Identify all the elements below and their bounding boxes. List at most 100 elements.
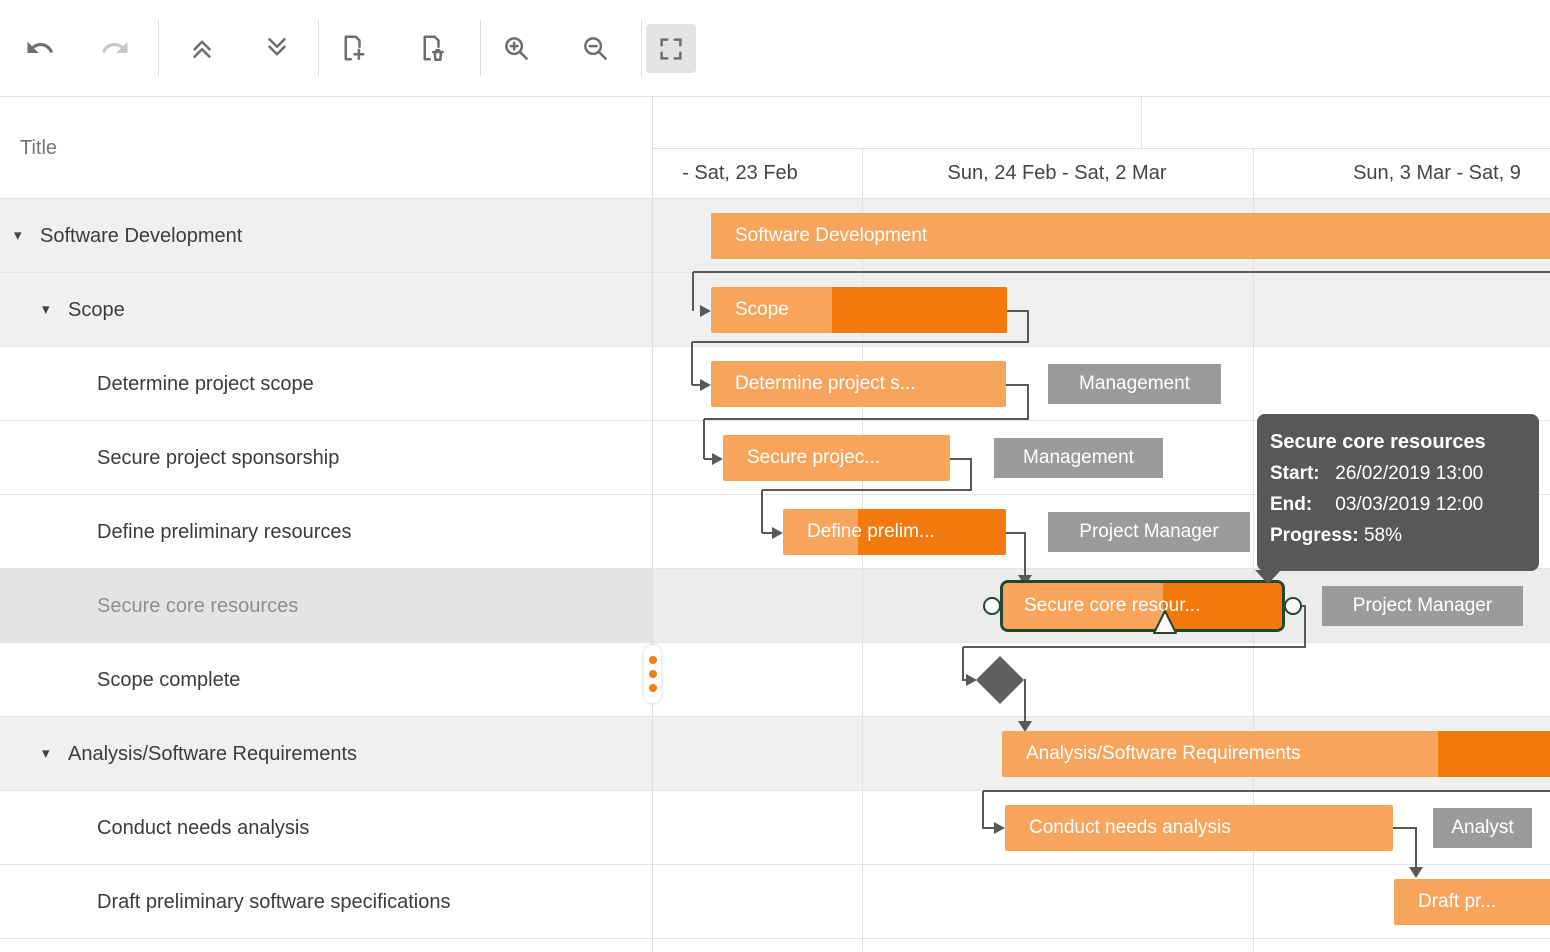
delete-task-button[interactable] [409, 26, 453, 70]
splitter-handle[interactable] [644, 645, 661, 703]
collapse-arrow-icon[interactable]: ▾ [42, 273, 50, 347]
dependency-handle-right[interactable] [1284, 597, 1302, 615]
dependency-line [762, 489, 972, 491]
progress-handle[interactable] [1150, 607, 1180, 637]
task-title-cell: Define preliminary resources [97, 495, 352, 569]
task-title-cell: Secure project sponsorship [97, 421, 339, 495]
dependency-line [982, 791, 984, 829]
task-title-cell: Secure core resources [97, 569, 298, 643]
dependency-line [950, 458, 972, 460]
task-bar[interactable]: Determine project s... [711, 361, 1006, 407]
task-bar[interactable]: Secure projec... [723, 435, 950, 481]
undo-icon [25, 33, 55, 63]
dependency-arrow-icon [994, 822, 1005, 834]
task-bar-label: Conduct needs analysis [1029, 805, 1231, 851]
task-bar-label: Analysis/Software Requirements [1026, 731, 1301, 777]
dependency-handle-left[interactable] [983, 597, 1001, 615]
toolbar-separator [641, 20, 642, 76]
dependency-line [692, 341, 1029, 343]
dependency-line [1024, 533, 1026, 575]
milestone-diamond[interactable] [976, 656, 1024, 704]
dependency-line [692, 272, 694, 311]
task-title-cell: Scope [68, 273, 125, 347]
add-task-icon [337, 33, 367, 63]
summary-task-bar[interactable]: Analysis/Software Requirements [1002, 731, 1550, 777]
dependency-line [1027, 311, 1029, 343]
task-progress-segment [1438, 731, 1550, 777]
toolbar-separator [480, 20, 481, 76]
table-row[interactable]: Conduct needs analysis [0, 791, 652, 865]
resource-label: Project Manager [1048, 512, 1250, 552]
task-bar-label: Scope [735, 287, 789, 333]
dependency-line [1006, 384, 1029, 386]
summary-task-bar[interactable]: Software Development [711, 213, 1550, 259]
tooltip-end-row: End: 03/03/2019 12:00 [1270, 489, 1526, 520]
dependency-arrow-icon [700, 305, 711, 317]
dependency-line [983, 790, 1550, 792]
table-row[interactable]: Secure core resources [0, 569, 652, 643]
tooltip-caret-icon [1255, 570, 1281, 584]
resource-label: Management [994, 438, 1163, 478]
task-bar[interactable]: Secure core resour... [1000, 580, 1285, 632]
task-bar[interactable]: Draft pr... [1394, 879, 1550, 925]
fullscreen-icon [656, 34, 686, 64]
dependency-line [1006, 532, 1026, 534]
resource-label: Analyst [1433, 808, 1532, 848]
table-row[interactable]: ▾Analysis/Software Requirements [0, 717, 652, 791]
summary-task-bar[interactable]: Scope [711, 287, 1007, 333]
expand-all-button[interactable] [255, 26, 299, 70]
timeline-week-label: - Sat, 23 Feb [682, 148, 798, 199]
dependency-arrow-icon [1409, 867, 1423, 878]
resource-label: Management [1048, 364, 1221, 404]
dependency-arrow-icon [700, 379, 711, 391]
delete-task-icon [416, 33, 446, 63]
redo-icon [100, 33, 130, 63]
zoom-in-button[interactable] [494, 26, 538, 70]
task-bar[interactable]: Define prelim... [783, 509, 1006, 555]
dependency-line [691, 342, 693, 385]
collapse-all-icon [187, 33, 217, 63]
dependency-line [1415, 828, 1417, 867]
toolbar-separator [318, 20, 319, 76]
toolbar-separator [158, 20, 159, 76]
dependency-line [704, 418, 1029, 420]
zoom-out-button[interactable] [573, 26, 617, 70]
fullscreen-button[interactable] [646, 24, 696, 73]
task-title-cell: Software Development [40, 199, 242, 273]
task-progress-segment [832, 287, 1007, 333]
table-row[interactable]: ▾Software Development [0, 199, 652, 273]
task-bar[interactable]: Conduct needs analysis [1005, 805, 1393, 851]
dependency-line [1304, 606, 1306, 648]
task-bar-label: Define prelim... [807, 509, 935, 555]
table-row[interactable]: Draft preliminary software specification… [0, 865, 652, 939]
undo-button[interactable] [18, 26, 62, 70]
tooltip-start-row: Start: 26/02/2019 13:00 [1270, 458, 1526, 489]
collapse-arrow-icon[interactable]: ▾ [42, 717, 50, 791]
dependency-line [970, 459, 972, 491]
add-task-button[interactable] [330, 26, 374, 70]
resource-label: Project Manager [1322, 586, 1523, 626]
redo-button[interactable] [93, 26, 137, 70]
collapse-arrow-icon[interactable]: ▾ [14, 199, 22, 273]
task-title-cell: Determine project scope [97, 347, 314, 421]
dependency-line [1024, 680, 1026, 721]
table-row[interactable]: ▾ Scope [0, 273, 652, 347]
table-row[interactable]: Define preliminary resources [0, 495, 652, 569]
table-row[interactable]: Secure project sponsorship [0, 421, 652, 495]
dependency-line [693, 271, 1550, 273]
table-row[interactable]: Scope complete [0, 643, 652, 717]
task-tooltip: Secure core resources Start: 26/02/2019 … [1257, 414, 1539, 571]
zoom-in-icon [501, 33, 531, 63]
tooltip-title: Secure core resources [1270, 426, 1526, 458]
task-bar-label: Secure projec... [747, 435, 880, 481]
table-row[interactable]: Determine project scope [0, 347, 652, 421]
task-title-cell: Analysis/Software Requirements [68, 717, 357, 791]
task-title-cell: Draft preliminary software specification… [97, 865, 450, 939]
timeline-month-divider [1141, 97, 1142, 148]
splitter-line [652, 97, 653, 952]
toolbar [0, 0, 1550, 97]
task-title-cell: Scope complete [97, 643, 240, 717]
dependency-line [761, 490, 763, 533]
title-column-header: Title [20, 97, 57, 199]
collapse-all-button[interactable] [180, 26, 224, 70]
